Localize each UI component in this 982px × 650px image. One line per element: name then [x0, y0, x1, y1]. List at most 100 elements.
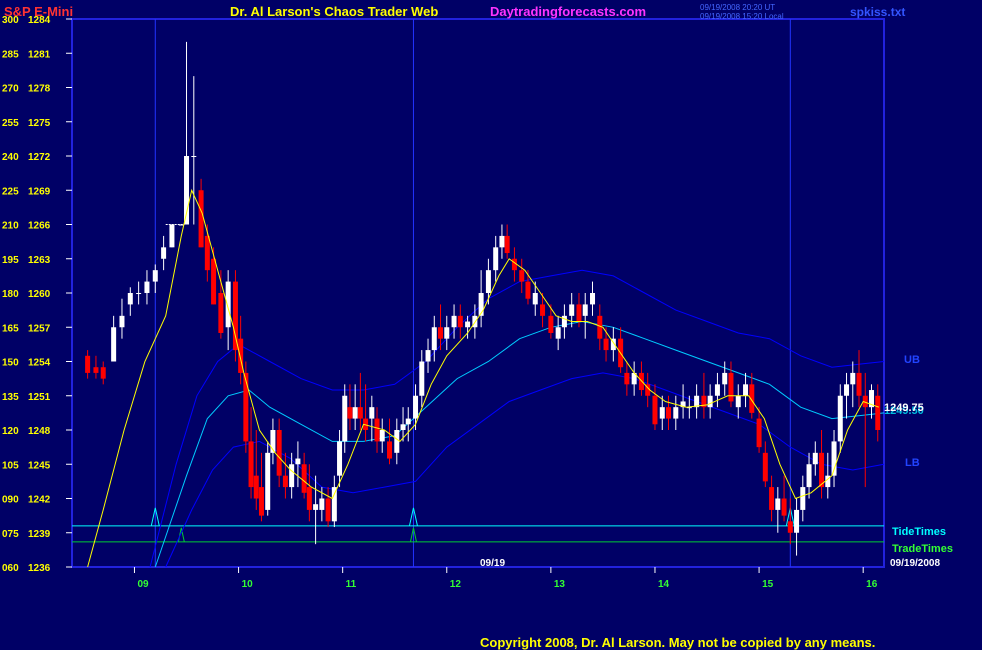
- candle-body: [582, 304, 588, 316]
- symbol-title: S&P E-Mini: [4, 4, 73, 19]
- candle-body: [794, 509, 800, 533]
- candle-body: [253, 475, 259, 499]
- candle-body: [248, 441, 254, 488]
- last-price-label: 1249.75: [884, 402, 924, 414]
- candle-body: [337, 441, 343, 476]
- candle-body: [666, 407, 672, 419]
- candle-body: [431, 327, 437, 351]
- y-tick-label-right: 1263: [28, 255, 51, 266]
- candle-body: [603, 338, 609, 351]
- candle-body: [198, 190, 204, 248]
- candle-body: [127, 293, 133, 305]
- candle-body: [289, 464, 295, 488]
- chart-title: Dr. Al Larson's Chaos Trader Web: [230, 4, 438, 19]
- y-tick-label-right: 1245: [28, 460, 51, 471]
- candle-body: [342, 395, 348, 442]
- candle-body: [493, 247, 499, 271]
- candle-body: [218, 293, 224, 333]
- candle-body: [525, 281, 531, 299]
- candle-body: [781, 498, 787, 516]
- lower-band-line: [165, 372, 885, 568]
- candle-body: [379, 430, 385, 442]
- x-axis: 09 10 11 12 13 14 15 16: [133, 567, 878, 590]
- chart-window: { "header": { "symbol": "S&P E-Mini", "t…: [0, 0, 982, 650]
- candle-body: [769, 487, 775, 510]
- candle-body: [806, 464, 812, 488]
- candle-body: [258, 487, 264, 516]
- x-tick-label: 15: [762, 579, 774, 590]
- y-tick-label-right: 1269: [28, 186, 51, 197]
- x-tick-label: 14: [658, 579, 670, 590]
- y-tick-label-left: 180: [2, 289, 19, 300]
- x-tick-label: 10: [242, 579, 254, 590]
- y-tick-label-left: 135: [2, 392, 19, 403]
- candle-body: [313, 504, 319, 510]
- x-tick-label: 12: [450, 579, 462, 590]
- y-tick-label-left: 105: [2, 460, 19, 471]
- candle-body: [413, 395, 419, 419]
- candle-body: [232, 281, 238, 351]
- chart-canvas: 300 1284285 1281270 1278255 1275240 1272225 12…: [2, 3, 953, 650]
- candle-body: [652, 395, 658, 425]
- copyright: Copyright 2008, Dr. Al Larson. May not b…: [480, 635, 875, 650]
- candle-body: [352, 407, 358, 419]
- candle-body: [576, 304, 582, 322]
- candle-body: [812, 452, 818, 465]
- candle-body: [319, 498, 325, 510]
- y-tick-label-right: 1278: [28, 84, 51, 95]
- upper-band-line: [149, 269, 885, 568]
- candle-body: [735, 395, 741, 408]
- y-tick-label-right: 1236: [28, 563, 51, 574]
- candle-body: [111, 327, 117, 362]
- timestamp-local: 09/19/2008 15:20 Local: [700, 12, 784, 21]
- candle-body: [844, 384, 850, 396]
- y-tick-label-right: 1275: [28, 118, 51, 129]
- candle-body: [499, 235, 505, 248]
- y-tick-label-right: 1242: [28, 495, 51, 506]
- candle-body: [548, 315, 554, 333]
- y-tick-label-right: 1281: [28, 49, 51, 60]
- candle-body: [144, 281, 150, 293]
- candle-body: [93, 367, 99, 373]
- candle-body: [728, 372, 734, 402]
- candle-body: [100, 367, 106, 379]
- data-file: spkiss.txt: [850, 5, 905, 19]
- x-tick-label: 11: [346, 579, 357, 590]
- candle-body: [837, 395, 843, 442]
- candle-body: [357, 407, 363, 419]
- candle-body: [152, 270, 158, 282]
- candle-body: [540, 304, 546, 316]
- y-tick-label-left: 255: [2, 118, 19, 129]
- candle-body: [743, 384, 749, 396]
- candle-body: [624, 372, 630, 385]
- candle-body: [762, 452, 768, 482]
- candle-body: [425, 350, 431, 362]
- trade-times-label: TradeTimes: [892, 543, 953, 555]
- candle-body: [419, 361, 425, 396]
- candle-body: [369, 407, 375, 419]
- y-tick-label-left: 150: [2, 358, 19, 369]
- candle-body: [325, 498, 331, 522]
- candle-body: [136, 293, 142, 294]
- candle-body: [485, 270, 491, 293]
- tide-times-label: TideTimes: [892, 526, 946, 538]
- candle-body: [374, 418, 380, 442]
- y-tick-label-left: 195: [2, 255, 19, 266]
- candles: [85, 41, 881, 556]
- candle-body: [438, 327, 444, 339]
- candle-body: [504, 235, 510, 254]
- candle-body: [850, 372, 856, 385]
- candle-body: [191, 156, 197, 157]
- site-link[interactable]: Daytradingforecasts.com: [490, 4, 646, 19]
- y-tick-label-right: 1272: [28, 152, 51, 163]
- candle-body: [282, 475, 288, 488]
- y-tick-label-left: 270: [2, 84, 19, 95]
- candle-body: [347, 407, 353, 419]
- candle-body: [451, 315, 457, 328]
- y-tick-label-left: 225: [2, 186, 19, 197]
- candle-body: [204, 235, 210, 271]
- candle-body: [561, 315, 567, 328]
- candle-body: [856, 372, 862, 396]
- lb-label: LB: [905, 457, 920, 469]
- candle-body: [457, 315, 463, 328]
